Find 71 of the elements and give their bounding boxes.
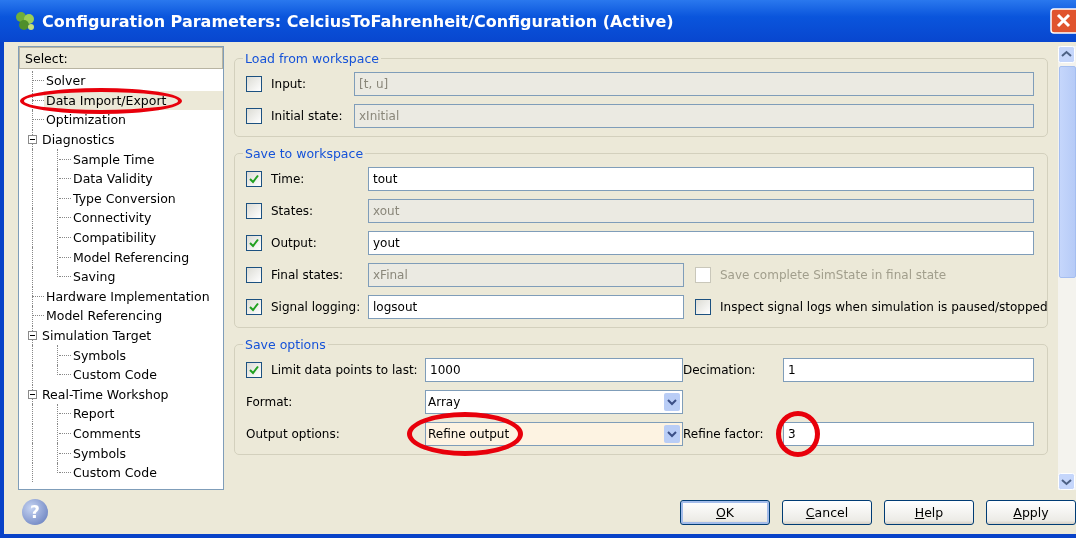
section-title: Save options <box>244 337 327 352</box>
tree-item[interactable]: Data Validity <box>71 169 155 189</box>
collapse-icon[interactable] <box>28 331 37 340</box>
checkbox-label: Limit data points to last: <box>271 363 418 377</box>
checkbox[interactable] <box>246 76 262 92</box>
checkbox[interactable] <box>246 362 262 378</box>
checkbox-label: Signal logging: <box>271 300 361 314</box>
dropdown[interactable]: Refine output <box>425 422 683 446</box>
tree-item[interactable]: Optimization <box>44 110 128 130</box>
checkbox-label: Output: <box>271 236 317 250</box>
tree-item[interactable]: Model Referencing <box>44 306 165 326</box>
tree-item[interactable]: Connectivity <box>71 208 154 228</box>
tree-item[interactable]: Comments <box>71 424 143 443</box>
tree-item[interactable]: Symbols <box>71 345 129 365</box>
tree-item[interactable]: Hardware Implementation <box>44 286 212 306</box>
checkbox-label: States: <box>271 204 314 218</box>
tree-item[interactable]: Symbols <box>71 443 129 463</box>
checkbox-label: Input: <box>271 77 307 91</box>
collapse-icon[interactable] <box>28 135 37 145</box>
checkbox-label: Inspect signal logs when simulation is paused/stopped <box>720 300 1048 314</box>
tree-item[interactable]: Sample Time <box>71 149 157 169</box>
tree-item[interactable]: Model Referencing <box>71 247 192 267</box>
section-title: Save to workspace <box>244 146 365 161</box>
checkbox[interactable] <box>246 203 262 219</box>
tree-item[interactable]: Real-Time Workshop <box>40 384 171 404</box>
collapse-icon[interactable] <box>28 389 37 399</box>
checkbox[interactable] <box>246 235 262 251</box>
tree-item[interactable]: Report <box>71 404 117 424</box>
scroll-down-icon[interactable] <box>1058 473 1075 490</box>
text-field[interactable]: yout <box>368 231 1034 255</box>
tree-item[interactable]: Custom Code <box>71 365 159 385</box>
field-label: Decimation: <box>683 363 757 377</box>
tree-item[interactable]: Diagnostics <box>40 130 117 150</box>
checkbox-label: Initial state: <box>271 109 343 123</box>
scroll-up-icon[interactable] <box>1058 46 1075 63</box>
tree-item[interactable]: Saving <box>71 267 118 287</box>
checkbox-label: Save complete SimState in final state <box>720 268 947 282</box>
text-field[interactable]: 1000 <box>425 358 683 382</box>
tree-item[interactable]: Solver <box>44 71 88 91</box>
scrollbar[interactable] <box>1058 46 1076 490</box>
dialog-button[interactable]: Apply <box>986 499 1076 525</box>
window-title: Configuration Parameters: CelciusToFahrenheit/Configuration (Active) <box>42 11 675 31</box>
checkbox[interactable] <box>246 171 262 187</box>
dropdown[interactable]: Array <box>425 390 683 414</box>
text-field[interactable]: tout <box>368 167 1034 191</box>
section-title: Load from workspace <box>244 51 380 66</box>
app-icon <box>14 10 36 32</box>
caret-icon <box>664 425 680 443</box>
dialog-button[interactable]: Cancel <box>782 499 872 525</box>
checkbox[interactable] <box>695 299 711 315</box>
checkbox-label: Time: <box>271 172 305 186</box>
field-label: Refine factor: <box>683 427 765 441</box>
checkbox[interactable] <box>246 267 262 283</box>
text-field[interactable]: 1 <box>783 358 1034 382</box>
field-label: Format: <box>246 395 294 409</box>
field-label: Output options: <box>246 427 341 441</box>
tree-item[interactable]: Custom Code <box>71 463 159 483</box>
text-field[interactable]: 3 <box>783 422 1034 446</box>
tree-item[interactable]: Compatibility <box>71 228 159 248</box>
tree-header: Select: <box>19 47 223 69</box>
checkbox[interactable] <box>246 108 262 124</box>
caret-icon <box>664 393 680 411</box>
checkbox[interactable] <box>246 299 262 315</box>
scroll-thumb[interactable] <box>1059 66 1076 278</box>
dialog-button[interactable]: OK <box>680 499 770 525</box>
checkbox-label: Final states: <box>271 268 344 282</box>
dialog-button[interactable]: Help <box>884 499 974 525</box>
tree-item[interactable]: Type Conversion <box>71 188 178 208</box>
text-field[interactable]: logsout <box>368 295 684 319</box>
close-icon[interactable] <box>1050 8 1076 34</box>
tree-item[interactable]: Simulation Target <box>40 326 154 345</box>
